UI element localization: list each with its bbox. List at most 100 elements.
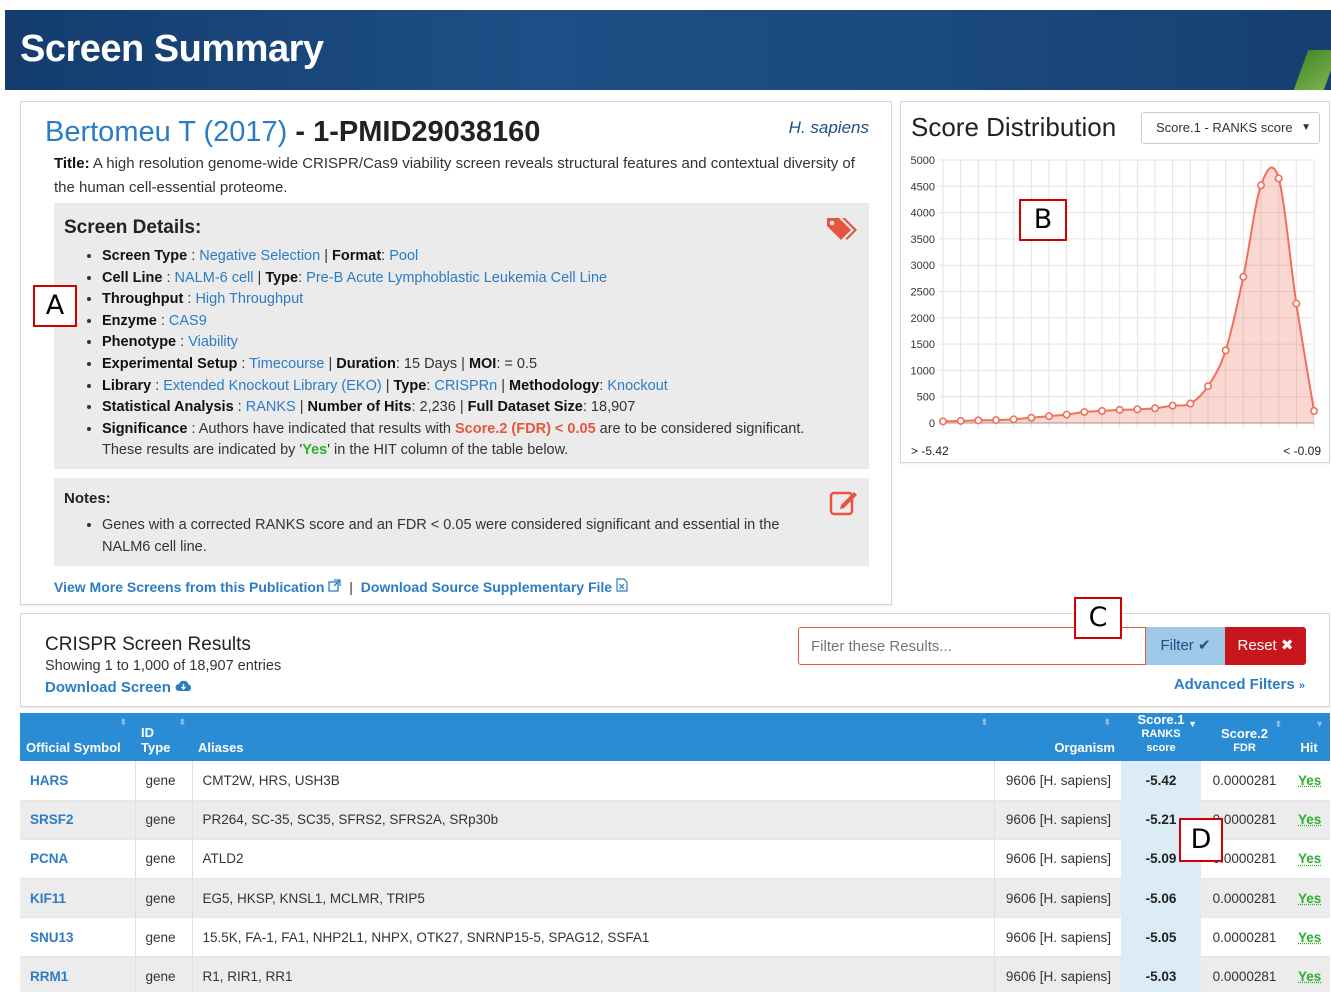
throughput-link[interactable]: High Throughput (195, 291, 303, 307)
cell-type-link[interactable]: Pre-B Acute Lymphoblastic Leukemia Cell … (306, 270, 607, 286)
gene-symbol-link[interactable]: KIF11 (20, 879, 135, 918)
data-point (975, 417, 981, 423)
check-icon: ✔ (1198, 637, 1211, 654)
significance-rule: Score.2 (FDR) < 0.05 (455, 421, 596, 437)
col-organism[interactable]: ⬍ Organism (994, 713, 1121, 761)
screen-details-box: Screen Details: Screen Type : Negative S… (54, 203, 869, 469)
library-link[interactable]: Extended Knockout Library (EKO) (163, 378, 381, 394)
data-point (957, 418, 963, 424)
results-title: CRISPR Screen Results (45, 634, 251, 656)
phenotype-link[interactable]: Viability (188, 334, 238, 350)
gene-symbol-link[interactable]: PCNA (20, 839, 135, 878)
y-tick-label: 3500 (911, 234, 935, 246)
col-aliases[interactable]: ⬍ Aliases (192, 713, 994, 761)
results-count: Showing 1 to 1,000 of 18,907 entries (45, 658, 281, 674)
advanced-filters-link[interactable]: Advanced Filters » (1174, 676, 1305, 693)
cell-line-link[interactable]: NALM-6 cell (175, 270, 254, 286)
table-row: PCNA gene ATLD2 9606 [H. sapiens] -5.09 … (20, 839, 1330, 878)
download-source-link[interactable]: Download Source Supplementary File (361, 579, 612, 595)
table-row: RRM1 gene R1, RIR1, RR1 9606 [H. sapiens… (20, 957, 1330, 992)
screen-details-list: Screen Type : Negative Selection | Forma… (86, 246, 846, 462)
organism-cell: 9606 [H. sapiens] (994, 761, 1121, 800)
gene-symbol-link[interactable]: SNU13 (20, 918, 135, 957)
hit-cell[interactable]: Yes (1288, 800, 1330, 839)
notes-box: Notes: Genes with a corrected RANKS scor… (54, 478, 869, 566)
hit-cell[interactable]: Yes (1288, 839, 1330, 878)
library-type-link[interactable]: CRISPRn (434, 378, 497, 394)
gene-symbol-link[interactable]: HARS (20, 761, 135, 800)
callout-d: D (1179, 818, 1223, 862)
gene-symbol-link[interactable]: RRM1 (20, 957, 135, 992)
methodology-link[interactable]: Knockout (607, 378, 667, 394)
organism-cell: 9606 [H. sapiens] (994, 839, 1121, 878)
score2-cell: 0.0000281 (1201, 879, 1288, 918)
edit-icon[interactable] (829, 488, 859, 516)
data-point (940, 418, 946, 424)
author-link[interactable]: Bertomeu T (2017) (45, 116, 287, 148)
callout-c: C (1074, 597, 1122, 639)
organism-cell: 9606 [H. sapiens] (994, 879, 1121, 918)
dataset-id: - 1-PMID29038160 (287, 116, 540, 148)
data-point (1116, 407, 1122, 413)
col-score2[interactable]: ⬍ Score.2 FDR (1201, 713, 1288, 761)
score-select-value: Score.1 - RANKS score (1156, 120, 1293, 135)
score-distribution-panel: Score Distribution Score.1 - RANKS score… (900, 101, 1330, 463)
y-tick-label: 4000 (911, 208, 935, 220)
download-screen-link[interactable]: Download Screen (45, 679, 192, 696)
format-link[interactable]: Pool (389, 248, 418, 264)
score-select[interactable]: Score.1 - RANKS score ▼ (1141, 112, 1320, 144)
publication-links: View More Screens from this Publication … (54, 578, 628, 595)
gene-symbol-link[interactable]: SRSF2 (20, 800, 135, 839)
y-tick-label: 3000 (911, 260, 935, 272)
view-more-link[interactable]: View More Screens from this Publication (54, 579, 324, 595)
screen-details-heading: Screen Details: (64, 217, 201, 239)
organism-cell: 9606 [H. sapiens] (994, 918, 1121, 957)
page-banner: Screen Summary (5, 10, 1331, 90)
filter-button[interactable]: Filter ✔ (1146, 627, 1225, 665)
col-hit[interactable]: ▼ Hit (1288, 713, 1330, 761)
detail-phenotype: Phenotype : Viability (102, 332, 846, 354)
col-id-type[interactable]: ⬍ ID Type (135, 713, 192, 761)
id-type-cell: gene (135, 957, 192, 992)
sort-icon: ⬍ (980, 717, 988, 728)
data-point (1240, 274, 1246, 280)
id-type-cell: gene (135, 839, 192, 878)
hit-cell[interactable]: Yes (1288, 957, 1330, 992)
hit-cell[interactable]: Yes (1288, 761, 1330, 800)
score1-cell: -5.42 (1121, 761, 1201, 800)
banner-decoration (1294, 50, 1331, 90)
score1-cell: -5.03 (1121, 957, 1201, 992)
detail-statistics: Statistical Analysis : RANKS | Number of… (102, 397, 846, 419)
col-score1[interactable]: ▼ Score.1 RANKS score (1121, 713, 1201, 761)
col-official-symbol[interactable]: ⬍ Official Symbol (20, 713, 135, 761)
table-row: SRSF2 gene PR264, SC-35, SC35, SFRS2, SF… (20, 800, 1330, 839)
hit-cell[interactable]: Yes (1288, 918, 1330, 957)
data-point (1063, 411, 1069, 417)
data-point (1028, 415, 1034, 421)
id-type-cell: gene (135, 879, 192, 918)
publication-title-text: Title: A high resolution genome-wide CRI… (54, 152, 874, 200)
data-point (1258, 182, 1264, 188)
data-point (1046, 413, 1052, 419)
publication-title: Bertomeu T (2017) - 1-PMID29038160 (45, 116, 540, 149)
enzyme-link[interactable]: CAS9 (169, 313, 207, 329)
organism-cell: 9606 [H. sapiens] (994, 800, 1121, 839)
sort-icon: ⬍ (178, 717, 186, 728)
callout-a: A (33, 285, 77, 327)
notes-list: Genes with a corrected RANKS score and a… (86, 514, 816, 558)
data-point (1152, 405, 1158, 411)
setup-link[interactable]: Timecourse (249, 356, 324, 372)
y-tick-label: 1000 (911, 365, 935, 377)
y-tick-label: 5000 (911, 155, 935, 167)
data-point (1081, 409, 1087, 415)
stat-link[interactable]: RANKS (246, 399, 296, 415)
data-point (1275, 175, 1281, 181)
y-tick-label: 4500 (911, 181, 935, 193)
detail-cell-line: Cell Line : NALM-6 cell | Type: Pre-B Ac… (102, 268, 846, 290)
id-type-cell: gene (135, 800, 192, 839)
sort-icon: ⬍ (119, 717, 127, 728)
hit-cell[interactable]: Yes (1288, 879, 1330, 918)
reset-button[interactable]: Reset ✖ (1225, 627, 1306, 665)
screen-type-link[interactable]: Negative Selection (199, 248, 320, 264)
tags-icon[interactable] (825, 215, 859, 243)
